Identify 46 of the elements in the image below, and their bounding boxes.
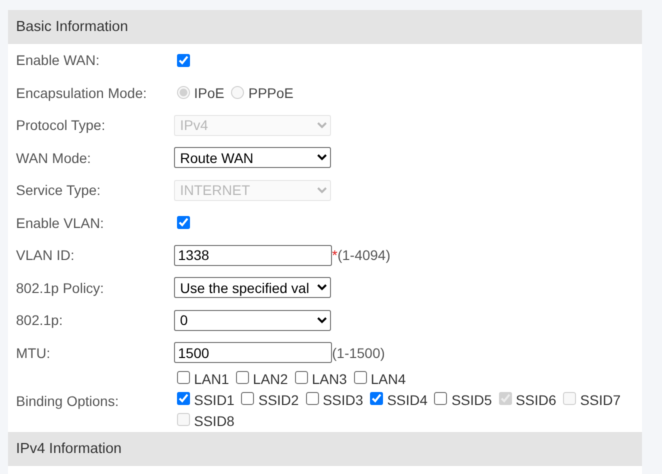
option-label: LAN1 <box>194 371 230 387</box>
option-label: LAN4 <box>370 371 406 387</box>
checkbox[interactable] <box>236 371 249 384</box>
field-label: 802.1p: <box>16 312 64 328</box>
field-label: Service Type: <box>16 182 102 198</box>
option-label: SSID5 <box>451 392 492 408</box>
dropdown[interactable]: Use the specified val <box>174 277 331 298</box>
checkbox[interactable] <box>177 216 190 230</box>
range-hint: (1-4094) <box>337 247 390 264</box>
field-label: Protocol Type: <box>16 117 106 134</box>
checkbox[interactable] <box>370 392 384 405</box>
field-label: Enable WAN: <box>16 52 101 68</box>
field-label: Binding Options: <box>16 392 120 408</box>
field-label: Enable VLAN: <box>16 214 105 231</box>
range-hint: (1-1500) <box>332 344 385 361</box>
option-label: SSID3 <box>322 392 364 408</box>
option-label: LAN2 <box>252 371 288 387</box>
option-label: SSID8 <box>194 413 234 429</box>
checkbox[interactable] <box>434 392 448 405</box>
radio-label: IPoE <box>194 84 224 101</box>
option-label: SSID1 <box>194 392 234 408</box>
option-label: LAN3 <box>312 371 347 387</box>
field-label: VLAN ID: <box>16 247 76 264</box>
field-label: MTU: <box>16 344 52 361</box>
option-label: SSID6 <box>516 392 556 408</box>
option-label: SSID7 <box>580 392 621 408</box>
input-field[interactable]: 1500 <box>174 342 332 364</box>
checkbox[interactable] <box>294 371 308 384</box>
option-label: SSID2 <box>258 392 299 408</box>
section-title: IPv4 Information <box>16 441 122 457</box>
field-label: 802.1p Policy: <box>16 280 105 296</box>
radio-label: PPPoE <box>248 84 294 101</box>
option-label: SSID4 <box>387 392 428 408</box>
checkbox[interactable] <box>306 392 319 405</box>
field-label: WAN Mode: <box>16 150 92 166</box>
checkbox[interactable] <box>241 392 254 405</box>
dropdown[interactable]: Route WAN <box>174 147 331 168</box>
dropdown[interactable]: 0 <box>174 310 331 331</box>
field-label: Encapsulation Mode: <box>16 84 148 101</box>
checkbox[interactable] <box>177 392 190 405</box>
checkbox[interactable] <box>354 371 367 384</box>
input-field[interactable]: 1338 <box>174 244 332 266</box>
checkbox[interactable] <box>177 54 190 67</box>
section-title: Basic Information <box>16 19 128 35</box>
required-mark: * <box>332 247 338 264</box>
checkbox[interactable] <box>177 371 190 384</box>
